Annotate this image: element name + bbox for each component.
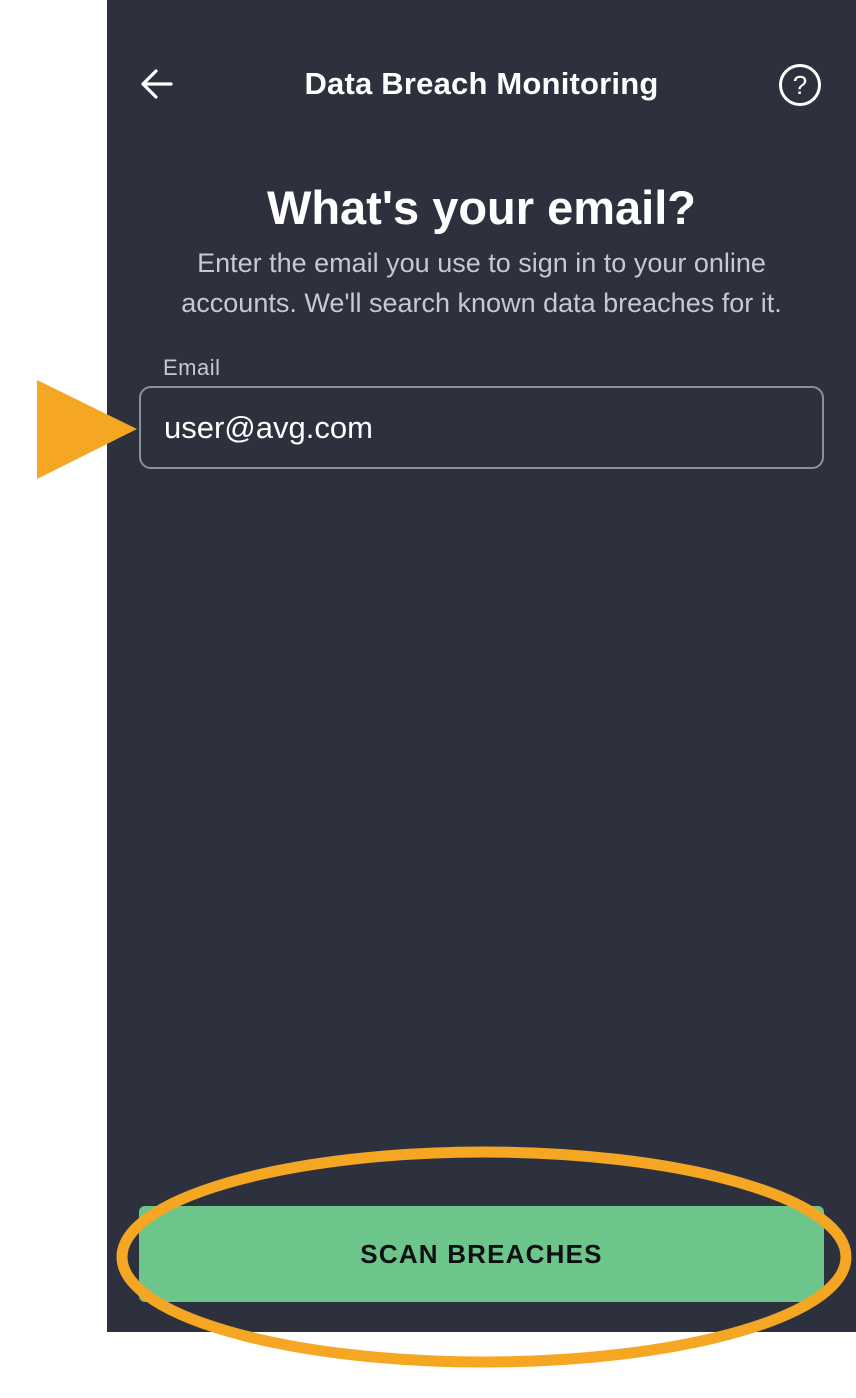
help-button[interactable]: ?: [777, 62, 823, 108]
svg-text:?: ?: [793, 70, 807, 100]
question-circle-icon: ?: [779, 64, 821, 106]
top-app-bar: Data Breach Monitoring ?: [107, 0, 856, 170]
app-screen: Data Breach Monitoring ? What's your ema…: [107, 0, 856, 1332]
email-field-label: Email: [163, 355, 221, 380]
email-description: Enter the email you use to sign in to yo…: [181, 248, 782, 318]
annotation-arrow-icon: [37, 380, 137, 479]
email-field[interactable]: user@avg.com: [139, 386, 824, 469]
email-heading: What's your email?: [266, 181, 697, 234]
page-title: Data Breach Monitoring: [304, 66, 659, 101]
email-field-value: user@avg.com: [164, 409, 373, 445]
scan-breaches-button[interactable]: SCAN BREACHES: [139, 1206, 824, 1302]
